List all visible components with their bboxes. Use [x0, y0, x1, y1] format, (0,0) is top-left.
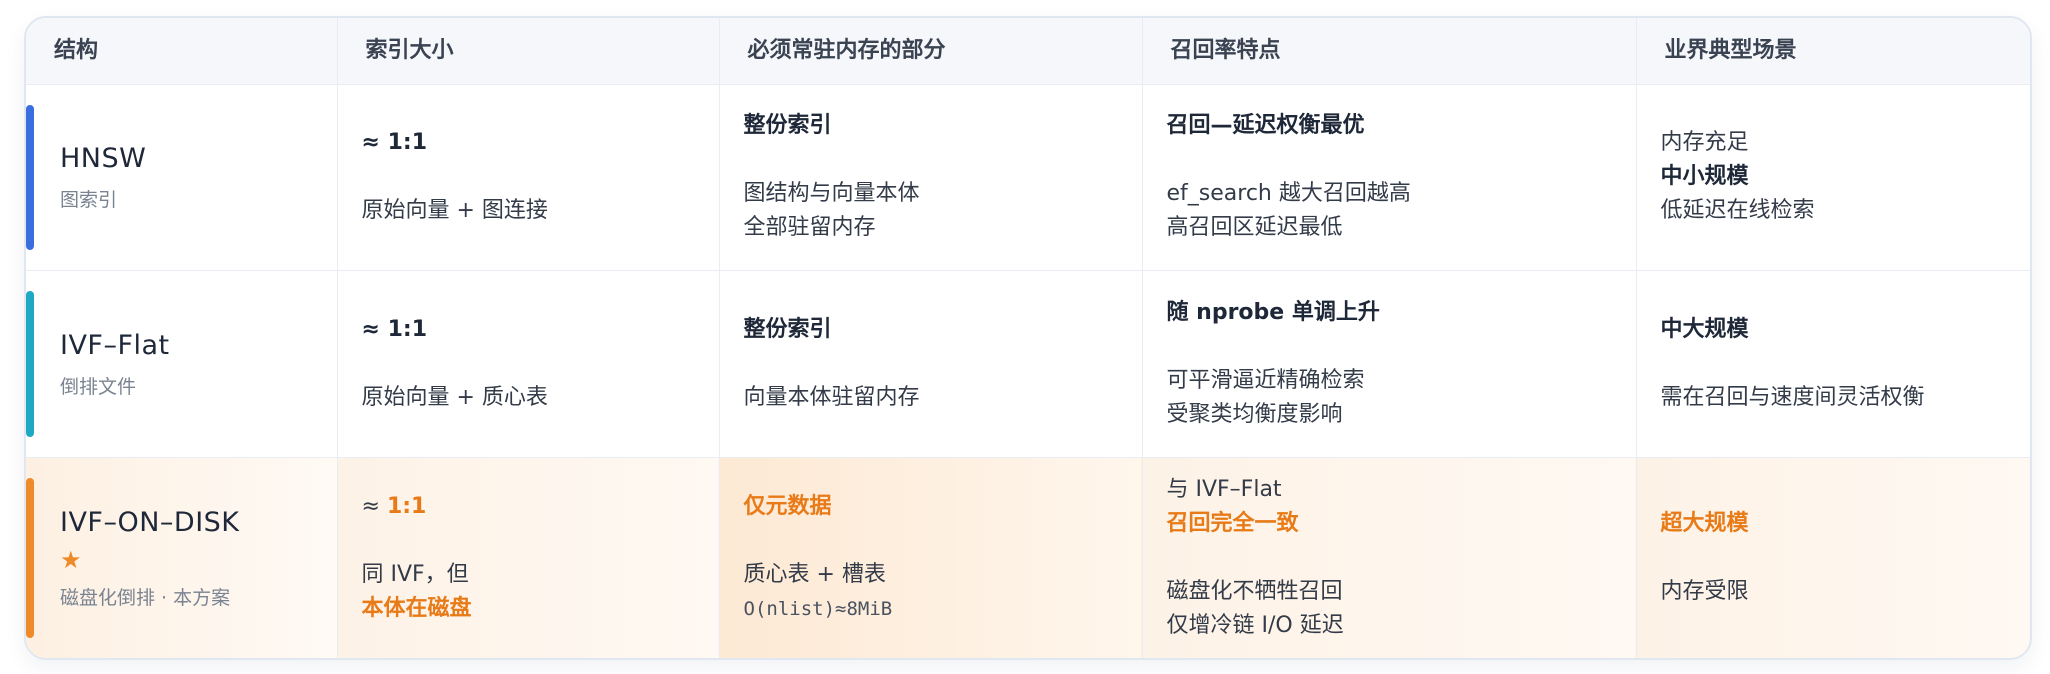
- recall-highlight: 召回完全一致: [1166, 510, 1299, 536]
- memory-main: 整份索引: [743, 113, 832, 139]
- scenario-line: 低延迟在线检索: [1660, 198, 1815, 224]
- scenario-line: 内存受限: [1660, 578, 1749, 604]
- table-row-ivf-flat: IVF–Flat 倒排文件 ≈ 1:1 原始向量 + 质心表 整份索引 向量本体…: [26, 270, 2030, 458]
- structure-subtitle: 磁盘化倒排 · 本方案: [60, 586, 231, 609]
- header-structure: 结构: [26, 18, 338, 85]
- scenario-bold: 中小规模: [1660, 164, 1749, 190]
- cell-scenario: 内存充足 中小规模 低延迟在线检索: [1636, 84, 2030, 272]
- cell-structure: IVF–ON–DISK ★ 磁盘化倒排 · 本方案: [26, 457, 338, 658]
- scenario-bold: 超大规模: [1660, 510, 1749, 536]
- size-detail-highlight: 本体在磁盘: [361, 595, 472, 621]
- recall-line: 仅增冷链 I/O 延迟: [1166, 612, 1344, 638]
- memory-line: 图结构与向量本体: [743, 181, 920, 207]
- scenario-bold: 中大规模: [1660, 316, 1749, 342]
- memory-main: 整份索引: [743, 316, 832, 342]
- memory-line: 向量本体驻留内存: [743, 384, 920, 410]
- size-detail: 原始向量 + 质心表: [361, 384, 548, 410]
- recall-line: ef_search 越大召回越高: [1166, 181, 1411, 207]
- scenario-line: 内存充足: [1660, 130, 1749, 156]
- scenario-line: 需在召回与速度间灵活权衡: [1660, 384, 1925, 410]
- table-row-hnsw: HNSW 图索引 ≈ 1:1 原始向量 + 图连接 整份索引 图结构与向量本体 …: [26, 84, 2030, 272]
- recall-line: 可平滑逼近精确检索: [1166, 367, 1365, 393]
- cell-recall: 召回—延迟权衡最优 ef_search 越大召回越高 高召回区延迟最低: [1142, 84, 1637, 272]
- size-ratio: 1:1: [386, 493, 427, 519]
- cell-index-size: ≈ 1:1 原始向量 + 质心表: [337, 270, 720, 458]
- comparison-table-card: 结构 索引大小 必须常驻内存的部分 召回率特点 业界典型场景 HNSW 图索引 …: [24, 16, 2032, 660]
- recall-line: 与 IVF–Flat: [1166, 476, 1282, 502]
- size-ratio: ≈ 1:1: [361, 316, 428, 342]
- row-accent-bar: [26, 477, 34, 638]
- recall-main: 召回—延迟权衡最优: [1166, 113, 1365, 139]
- memory-main: 仅元数据: [743, 493, 832, 519]
- structure-name: HNSW: [60, 143, 147, 175]
- header-row: 结构 索引大小 必须常驻内存的部分 召回率特点 业界典型场景: [26, 18, 2030, 85]
- size-detail: 同 IVF，但: [361, 561, 469, 587]
- cell-index-size: ≈ 1:1 同 IVF，但 本体在磁盘: [337, 457, 720, 658]
- cell-scenario: 中大规模 需在召回与速度间灵活权衡: [1636, 270, 2030, 458]
- table-row-ivf-on-disk: IVF–ON–DISK ★ 磁盘化倒排 · 本方案 ≈ 1:1 同 IVF，但 …: [26, 457, 2030, 658]
- recall-line: 磁盘化不牺牲召回: [1166, 578, 1343, 604]
- size-detail: 原始向量 + 图连接: [361, 198, 548, 224]
- memory-complexity: O(nlist)≈8MiB: [743, 597, 893, 620]
- cell-memory: 仅元数据 质心表 + 槽表 O(nlist)≈8MiB: [719, 457, 1143, 658]
- structure-subtitle: 倒排文件: [60, 375, 137, 398]
- row-accent-bar: [26, 291, 34, 437]
- cell-recall: 与 IVF–Flat 召回完全一致 磁盘化不牺牲召回 仅增冷链 I/O 延迟: [1142, 457, 1637, 658]
- memory-line: 质心表 + 槽表: [743, 561, 886, 587]
- header-scenario: 业界典型场景: [1636, 18, 2030, 85]
- header-index-size: 索引大小: [337, 18, 720, 85]
- cell-memory: 整份索引 向量本体驻留内存: [719, 270, 1143, 458]
- size-ratio: ≈ 1:1: [361, 130, 428, 156]
- cell-structure: IVF–Flat 倒排文件: [26, 270, 338, 458]
- header-recall: 召回率特点: [1142, 18, 1637, 85]
- recall-line: 高召回区延迟最低: [1166, 215, 1343, 241]
- structure-name: IVF–Flat: [60, 329, 170, 361]
- star-icon: ★: [60, 545, 82, 574]
- cell-structure: HNSW 图索引: [26, 84, 338, 272]
- row-accent-bar: [26, 104, 34, 251]
- structure-subtitle: 图索引: [60, 189, 118, 212]
- memory-line: 全部驻留内存: [743, 215, 876, 241]
- recall-line: 受聚类均衡度影响: [1166, 401, 1343, 427]
- structure-name: IVF–ON–DISK: [60, 506, 240, 538]
- cell-recall: 随 nprobe 单调上升 可平滑逼近精确检索 受聚类均衡度影响: [1142, 270, 1637, 458]
- comparison-table: 结构 索引大小 必须常驻内存的部分 召回率特点 业界典型场景 HNSW 图索引 …: [26, 18, 2030, 658]
- recall-main: 随 nprobe 单调上升: [1166, 299, 1380, 325]
- header-memory-resident: 必须常驻内存的部分: [719, 18, 1143, 85]
- cell-memory: 整份索引 图结构与向量本体 全部驻留内存: [719, 84, 1143, 272]
- size-approx-symbol: ≈: [361, 493, 387, 519]
- cell-index-size: ≈ 1:1 原始向量 + 图连接: [337, 84, 720, 272]
- cell-scenario: 超大规模 内存受限: [1636, 457, 2030, 658]
